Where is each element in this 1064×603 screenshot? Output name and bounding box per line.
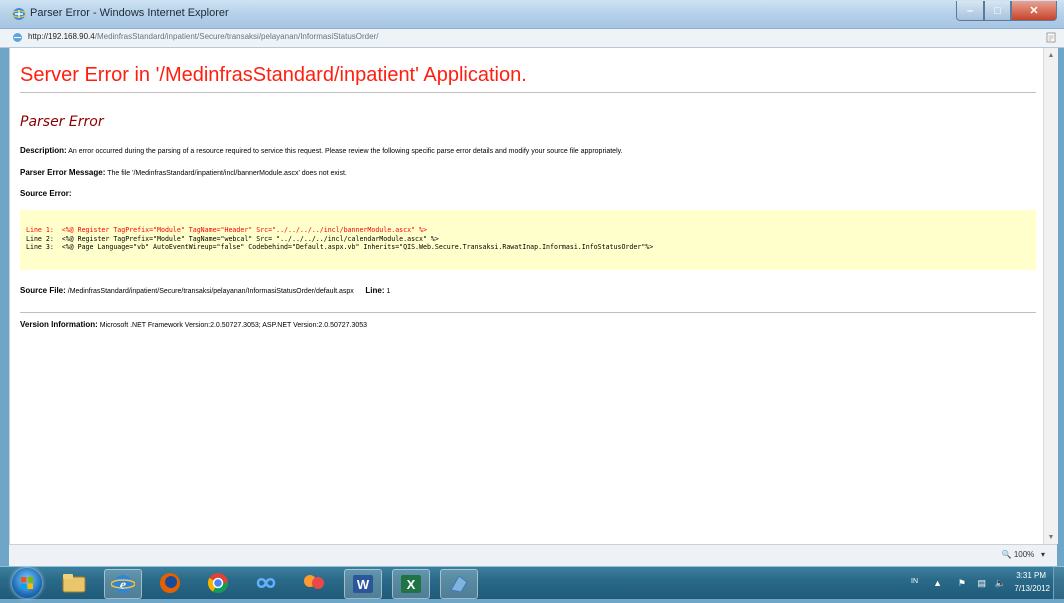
error-message-label: Parser Error Message: [20, 168, 106, 177]
taskbar-document-app-button[interactable] [440, 569, 478, 599]
window-title: Parser Error - Windows Internet Explorer [30, 7, 229, 19]
internet-explorer-icon [12, 8, 26, 20]
source-error-label: Source Error: [20, 189, 72, 198]
show-desktop-button[interactable] [1053, 567, 1064, 599]
infinity-app-icon [256, 578, 276, 588]
error-message-text: The file '/MedinfrasStandard/inpatient/i… [107, 170, 347, 177]
windows-logo-icon [21, 577, 33, 589]
firefox-icon [160, 573, 180, 593]
close-button[interactable]: ✕ [1011, 1, 1057, 21]
explorer-icon [62, 574, 86, 593]
taskbar-ie-button[interactable]: e [104, 569, 142, 599]
address-path: /MedinfrasStandard/inpatient/Secure/tran… [94, 32, 379, 41]
address-url[interactable]: http://192.168.90.4/MedinfrasStandard/in… [28, 32, 378, 41]
source-code-box: Line 1: <%@ Register TagPrefix="Module" … [20, 210, 1036, 270]
page-tools-icon[interactable] [1046, 32, 1056, 43]
taskbar-infinity-app-button[interactable] [248, 569, 284, 597]
action-center-flag-icon[interactable]: ⚑ [958, 578, 966, 589]
show-hidden-icons-icon[interactable]: ▲ [933, 578, 942, 588]
code-line-1: Line 1: <%@ Register TagPrefix="Module" … [26, 226, 427, 234]
minimize-button[interactable]: – [956, 1, 984, 21]
word-icon: W [353, 575, 373, 593]
window-title-bar[interactable]: Parser Error - Windows Internet Explorer… [0, 0, 1064, 29]
page-icon [13, 33, 22, 42]
page-content: Server Error in '/MedinfrasStandard/inpa… [9, 48, 1043, 544]
source-error-heading: Source Error: [20, 189, 72, 198]
minimize-icon: – [966, 4, 974, 17]
start-button[interactable] [12, 568, 42, 598]
document-app-icon [450, 575, 468, 593]
scroll-down-arrow-icon[interactable]: ▼ [1044, 530, 1058, 544]
taskbar-people-app-button[interactable] [296, 569, 332, 597]
chrome-icon [207, 573, 228, 593]
version-label: Version Information: [20, 320, 98, 329]
description-label: Description: [20, 146, 67, 155]
excel-icon: X [401, 575, 421, 593]
volume-icon[interactable]: 🔈 [995, 578, 1006, 589]
zoom-level: 100% [1013, 550, 1035, 559]
taskbar-explorer-button[interactable] [56, 569, 92, 597]
vertical-scrollbar[interactable]: ▲ ▼ [1043, 48, 1058, 544]
error-message-line: Parser Error Message: The file '/Medinfr… [20, 168, 347, 177]
clock-date[interactable]: 7/13/2012 [1014, 584, 1050, 593]
maximize-button[interactable]: □ [984, 1, 1011, 21]
line-value: 1 [386, 288, 391, 295]
taskbar: e W X IN ▲ ⚑ ▤ 🔈 3:31 PM 7/13/2012 [0, 566, 1064, 599]
source-file-line: Source File: /MedinfrasStandard/inpatien… [20, 286, 390, 295]
divider [20, 312, 1036, 313]
description-line: Description: An error occurred during th… [20, 146, 623, 155]
taskbar-word-button[interactable]: W [344, 569, 382, 599]
zoom-control[interactable]: 🔍 100% ▾ [1002, 550, 1045, 559]
status-bar: 🔍 100% ▾ [9, 544, 1057, 567]
network-icon[interactable]: ▤ [977, 578, 986, 589]
chevron-down-icon: ▾ [1036, 550, 1045, 559]
page-title: Server Error in '/MedinfrasStandard/inpa… [20, 64, 527, 86]
code-line-3: Line 3: <%@ Page Language="vb" AutoEvent… [26, 243, 654, 251]
address-host: http://192.168.90.4 [28, 32, 95, 41]
language-indicator[interactable]: IN [911, 578, 918, 585]
description-text: An error occurred during the parsing of … [68, 148, 623, 155]
code-line-2: Line 2: <%@ Register TagPrefix="Module" … [26, 235, 439, 243]
taskbar-excel-button[interactable]: X [392, 569, 430, 599]
version-line: Version Information: Microsoft .NET Fram… [20, 320, 367, 329]
restore-icon: □ [994, 4, 1001, 17]
source-file-label: Source File: [20, 286, 66, 295]
taskbar-firefox-button[interactable] [152, 569, 188, 597]
version-text: Microsoft .NET Framework Version:2.0.507… [99, 322, 368, 329]
source-file-text: /MedinfrasStandard/inpatient/Secure/tran… [67, 288, 354, 295]
divider [20, 92, 1036, 93]
address-bar[interactable]: http://192.168.90.4/MedinfrasStandard/in… [0, 29, 1064, 48]
clock-time[interactable]: 3:31 PM [1016, 571, 1046, 580]
line-label: Line: [365, 286, 385, 295]
zoom-icon: 🔍 [1001, 550, 1012, 559]
window-controls: – □ ✕ [956, 1, 1057, 21]
scroll-up-arrow-icon[interactable]: ▲ [1044, 48, 1058, 62]
people-app-icon [304, 575, 324, 589]
svg-text:W: W [357, 577, 370, 592]
close-icon: ✕ [1029, 5, 1039, 17]
error-type-heading: Parser Error [20, 114, 104, 130]
svg-text:X: X [407, 577, 416, 592]
system-tray: IN ▲ ⚑ ▤ 🔈 3:31 PM 7/13/2012 [864, 567, 1064, 599]
internet-explorer-icon: e [111, 575, 135, 593]
taskbar-chrome-button[interactable] [200, 569, 236, 597]
